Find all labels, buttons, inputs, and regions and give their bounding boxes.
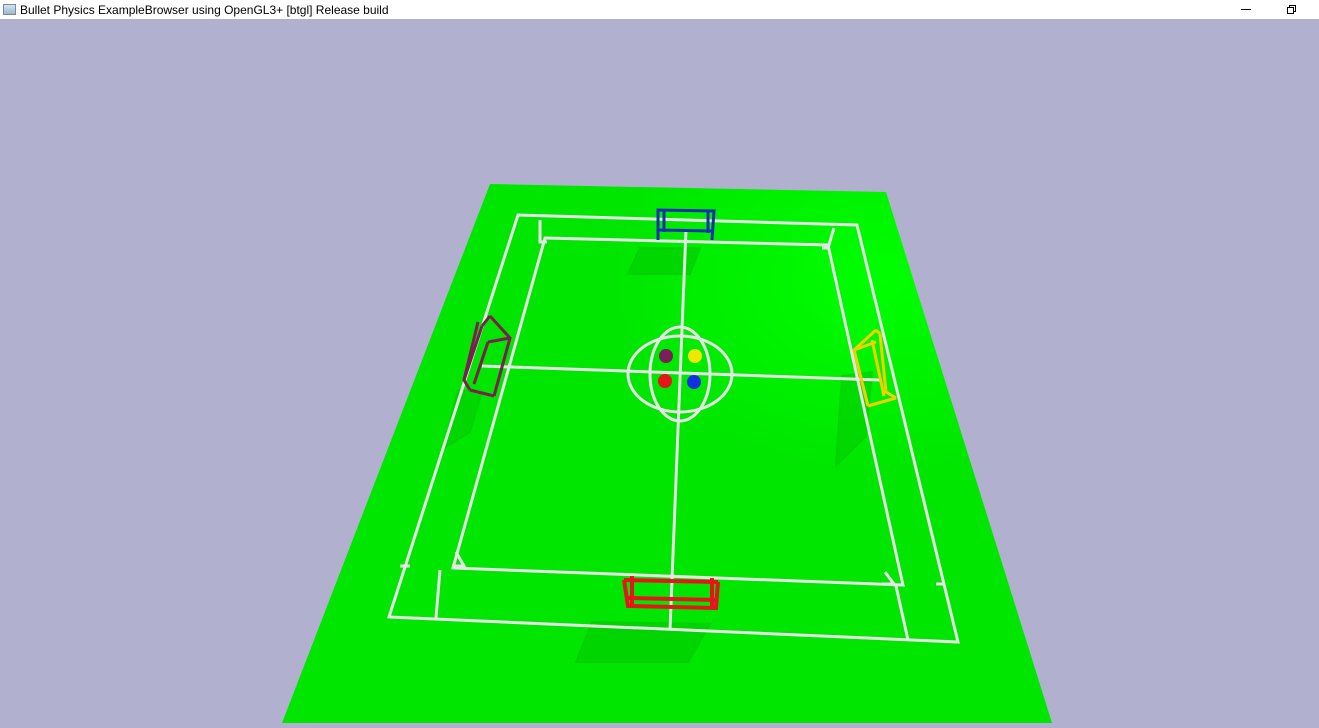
minimize-button[interactable] xyxy=(1223,0,1269,19)
blue-ball xyxy=(687,375,701,389)
app-window-icon xyxy=(3,4,16,15)
window-title: Bullet Physics ExampleBrowser using Open… xyxy=(20,2,389,17)
3d-viewport[interactable] xyxy=(0,19,1319,723)
restore-icon xyxy=(1287,4,1297,15)
red-ball xyxy=(658,374,672,388)
title-bar: Bullet Physics ExampleBrowser using Open… xyxy=(0,0,1319,19)
purple-ball xyxy=(659,349,673,363)
yellow-ball xyxy=(688,349,702,363)
restore-button[interactable] xyxy=(1269,0,1315,19)
minimize-icon xyxy=(1241,9,1251,10)
scene-canvas[interactable] xyxy=(0,19,1319,723)
